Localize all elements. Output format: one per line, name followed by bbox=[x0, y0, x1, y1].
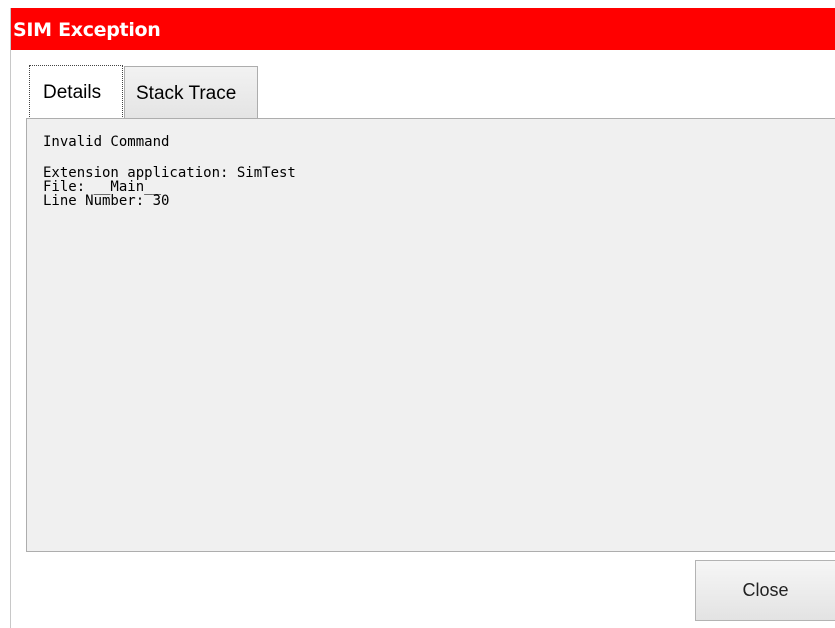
tab-details[interactable]: Details bbox=[29, 65, 123, 119]
tab-details-label: Details bbox=[43, 82, 102, 103]
close-button[interactable]: Close bbox=[695, 560, 835, 621]
exception-dialog: SIM Exception Details Stack Trace Invali… bbox=[10, 8, 835, 628]
error-message: Invalid Command bbox=[43, 134, 170, 150]
details-text: Invalid Command Extension application: S… bbox=[43, 135, 296, 208]
file-line: File: __Main__ bbox=[43, 179, 162, 195]
title-bar: SIM Exception bbox=[11, 8, 835, 50]
extension-application-line: Extension application: SimTest bbox=[43, 165, 296, 181]
tab-stack-trace[interactable]: Stack Trace bbox=[124, 66, 258, 118]
dialog-title: SIM Exception bbox=[13, 19, 161, 41]
details-panel: Invalid Command Extension application: S… bbox=[26, 118, 835, 552]
tab-stack-trace-label: Stack Trace bbox=[136, 83, 237, 104]
line-number-line: Line Number: 30 bbox=[43, 193, 170, 209]
